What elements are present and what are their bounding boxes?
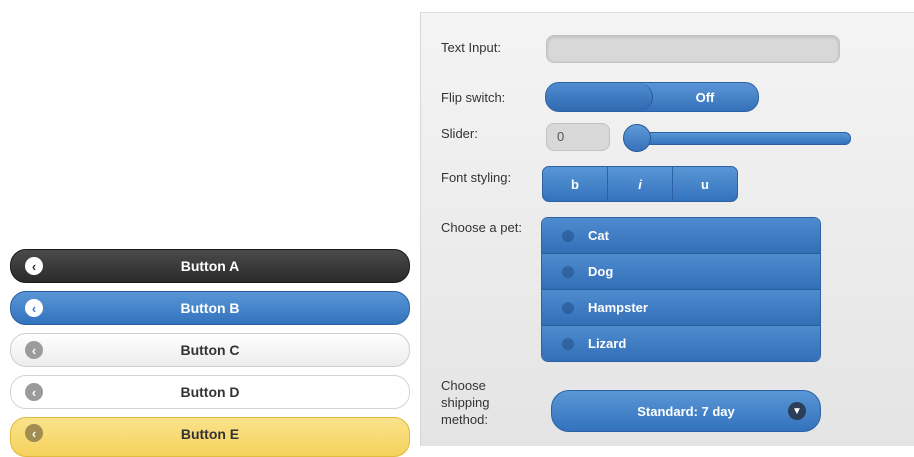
button-d-label: Button D <box>180 384 240 400</box>
pet-option-hampster[interactable]: Hampster <box>542 290 820 326</box>
chevron-left-icon: ‹ <box>25 424 43 442</box>
pet-radio-group: Cat Dog Hampster Lizard <box>541 217 821 362</box>
shipping-select[interactable]: Standard: 7 day ▼ <box>551 390 821 432</box>
button-e[interactable]: ‹ Button E <box>10 417 410 457</box>
shipping-label: Choose shipping method: <box>441 378 490 427</box>
button-d[interactable]: ‹ Button D <box>10 375 410 409</box>
font-styling-group: b i u <box>542 166 738 202</box>
italic-button[interactable]: i <box>608 167 673 201</box>
button-b[interactable]: ‹ Button B <box>10 291 410 325</box>
slider-value-input[interactable]: 0 <box>546 123 610 151</box>
radio-icon <box>562 229 574 242</box>
button-b-label: Button B <box>180 300 240 316</box>
text-input-label: Text Input: <box>441 40 501 55</box>
pet-option-label: Hampster <box>588 300 648 315</box>
chevron-left-icon: ‹ <box>25 299 43 317</box>
slider-label: Slider: <box>441 126 478 141</box>
chevron-left-icon: ‹ <box>25 341 43 359</box>
button-a-label: Button A <box>180 258 240 274</box>
button-c[interactable]: ‹ Button C <box>10 333 410 367</box>
pet-option-cat[interactable]: Cat <box>542 218 820 254</box>
form-panel: Text Input: Flip switch: Off Slider: 0 F… <box>420 12 914 446</box>
button-c-label: Button C <box>180 342 240 358</box>
pet-option-lizard[interactable]: Lizard <box>542 326 820 361</box>
chevron-left-icon: ‹ <box>25 383 43 401</box>
slider-track[interactable] <box>625 132 851 145</box>
shipping-select-value: Standard: 7 day <box>637 403 735 419</box>
radio-icon <box>562 265 574 278</box>
chevron-left-icon: ‹ <box>25 257 43 275</box>
pet-option-label: Lizard <box>588 336 627 351</box>
radio-icon <box>562 337 574 350</box>
font-styling-label: Font styling: <box>441 170 512 185</box>
flip-switch-state: Off <box>695 89 715 105</box>
text-input-field[interactable] <box>546 35 840 63</box>
underline-button[interactable]: u <box>673 167 737 201</box>
bold-button[interactable]: b <box>543 167 608 201</box>
pet-option-label: Cat <box>588 228 609 243</box>
flip-switch-label: Flip switch: <box>441 90 506 105</box>
flip-switch[interactable]: Off <box>545 82 759 112</box>
flip-switch-handle[interactable] <box>546 83 653 111</box>
chevron-down-icon: ▼ <box>788 402 806 420</box>
pet-label: Choose a pet: <box>441 220 522 235</box>
radio-icon <box>562 301 574 314</box>
pet-option-dog[interactable]: Dog <box>542 254 820 290</box>
button-e-label: Button E <box>180 426 240 442</box>
button-a[interactable]: ‹ Button A <box>10 249 410 283</box>
pet-option-label: Dog <box>588 264 614 279</box>
slider-handle[interactable] <box>623 124 651 152</box>
